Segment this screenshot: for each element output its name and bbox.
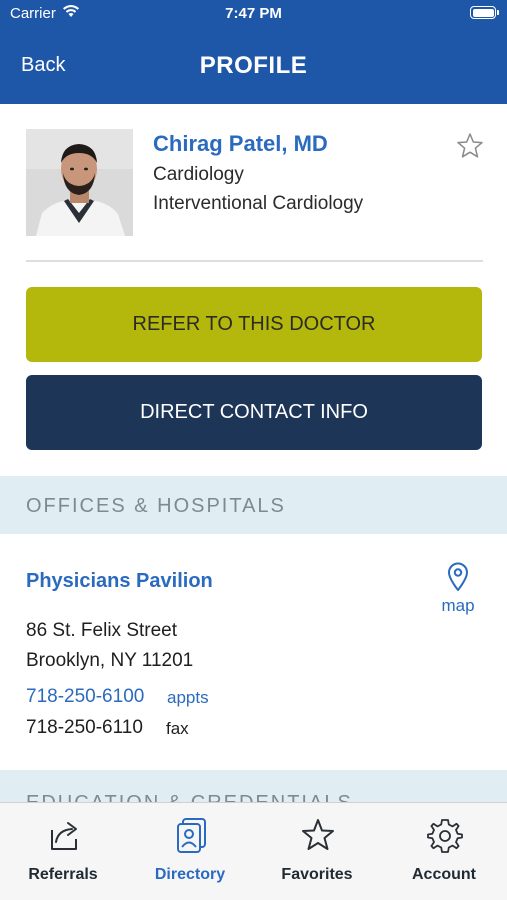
- offices-section-title: OFFICES & HOSPITALS: [26, 495, 286, 517]
- tab-directory[interactable]: Directory: [127, 803, 253, 900]
- directory-icon: [177, 818, 206, 853]
- tab-account[interactable]: Account: [381, 803, 507, 900]
- profile-divider: [26, 260, 483, 262]
- phone-type-label: appts: [167, 688, 209, 707]
- gear-icon: [427, 819, 463, 853]
- doctor-photo: [26, 129, 133, 236]
- doctor-name: Chirag Patel, MD: [153, 131, 328, 156]
- office-name: Physicians Pavilion: [26, 570, 213, 592]
- page-title: PROFILE: [199, 52, 308, 79]
- tab-bar: Referrals Directory Favorites Account: [0, 802, 507, 900]
- specialty-primary: Cardiology: [153, 164, 244, 185]
- map-label: map: [441, 596, 475, 615]
- battery-icon: [470, 6, 499, 19]
- clock: 7:47 PM: [225, 5, 282, 22]
- tab-favorites[interactable]: Favorites: [254, 803, 380, 900]
- direct-contact-button[interactable]: DIRECT CONTACT INFO: [26, 375, 482, 450]
- refer-button[interactable]: REFER TO THIS DOCTOR: [26, 287, 482, 362]
- fax-number: 718-250-6110: [26, 717, 143, 738]
- tab-favorites-label: Favorites: [281, 866, 353, 883]
- nav-header: Carrier 7:47 PM Back PROFILE: [0, 0, 507, 104]
- star-icon: [302, 819, 334, 850]
- tab-account-label: Account: [412, 866, 476, 883]
- fax-type-label: fax: [166, 719, 189, 738]
- share-icon: [51, 822, 77, 850]
- address-line1: 86 St. Felix Street: [26, 620, 178, 641]
- doctor-portrait-image: [26, 129, 133, 236]
- status-bar: Carrier 7:47 PM: [0, 0, 507, 30]
- favorite-star-icon[interactable]: [456, 132, 484, 159]
- tab-directory-label: Directory: [154, 866, 226, 883]
- phone-link[interactable]: 718-250-6100: [26, 686, 144, 708]
- map-pin-icon: [448, 562, 468, 591]
- map-button[interactable]: map: [438, 562, 478, 615]
- tab-referrals[interactable]: Referrals: [0, 803, 126, 900]
- address-line2: Brooklyn, NY 11201: [26, 650, 194, 671]
- tab-referrals-label: Referrals: [28, 866, 98, 883]
- specialty-secondary: Interventional Cardiology: [153, 193, 364, 214]
- offices-section-header: OFFICES & HOSPITALS: [0, 476, 507, 534]
